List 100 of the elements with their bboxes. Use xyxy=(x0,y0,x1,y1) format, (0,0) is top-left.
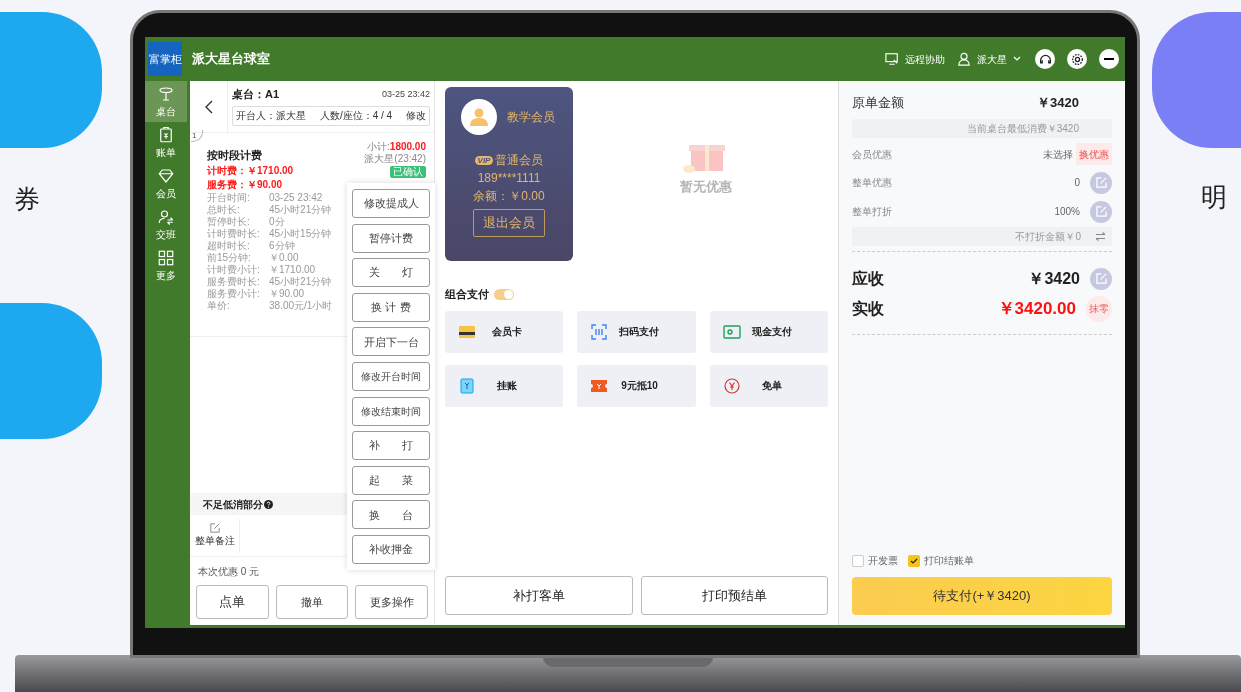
action-button[interactable]: 撤单 xyxy=(275,585,349,619)
settings-button[interactable] xyxy=(1067,49,1087,69)
combo-pay-label: 组合支付 xyxy=(445,287,489,302)
fee-text: 计时费：￥1710.00 xyxy=(207,163,294,178)
checkbox-label: 打印结账单 xyxy=(924,554,974,568)
edit-icon xyxy=(1095,273,1107,284)
summary-value: ￥3420 xyxy=(1037,94,1079,112)
action-button[interactable]: 更多操作 xyxy=(355,585,428,619)
detail-label: 计时费小计: xyxy=(207,263,260,276)
sidebar-item[interactable]: 交班 xyxy=(145,204,187,245)
payment-method-button[interactable]: 挂账 xyxy=(445,364,564,407)
user-swap-icon xyxy=(157,207,175,226)
menu-item[interactable]: 暂停计费 xyxy=(352,223,430,253)
detail-value: 45小时21分钟 xyxy=(269,203,332,216)
cash-icon xyxy=(722,324,741,339)
menu-item[interactable]: 起 菜 xyxy=(352,465,430,495)
menu-item[interactable]: 开启下一台 xyxy=(352,327,430,357)
app-title: 派大星台球室 xyxy=(192,50,270,69)
user-menu[interactable]: 派大星 xyxy=(977,51,1007,67)
table-icon xyxy=(157,84,175,103)
logout-member-button[interactable]: 退出会员 xyxy=(473,209,545,237)
sidebar-item[interactable]: 更多 xyxy=(145,245,187,286)
payment-method-button[interactable]: 扫码支付 xyxy=(577,310,696,353)
summary-label: 整单优惠 xyxy=(852,176,892,190)
minimize-button[interactable] xyxy=(1099,49,1119,69)
detail-label: 超时时长: xyxy=(207,239,250,252)
summary-value: 0 xyxy=(1074,176,1080,190)
menu-item[interactable]: 修改开台时间 xyxy=(352,361,430,391)
detail-value: ￥1710.00 xyxy=(269,263,316,276)
chevron-down-icon xyxy=(1013,56,1021,62)
due-amount: ￥3420 xyxy=(1028,268,1080,289)
edit-icon xyxy=(209,523,220,533)
payment-method-button[interactable]: 9元抵10 xyxy=(577,364,696,407)
member-balance: 余额：￥0.00 xyxy=(473,188,545,205)
ticket-icon xyxy=(591,379,608,392)
help-icon xyxy=(264,499,273,509)
print-button[interactable]: 打印预结单 xyxy=(640,576,828,615)
user-icon xyxy=(957,52,971,66)
ledger-icon xyxy=(460,377,474,394)
checkbox-label: 开发票 xyxy=(868,554,898,568)
detail-label: 暂停时长: xyxy=(207,215,250,228)
sidebar-item[interactable]: 账单 xyxy=(145,122,187,163)
edit-link[interactable]: 修改 xyxy=(406,108,426,123)
min-charge-label: 不足低消部分 xyxy=(203,497,263,512)
detail-label: 前15分钟: xyxy=(207,251,251,264)
due-label: 应收 xyxy=(852,268,884,289)
edit-button[interactable] xyxy=(1090,171,1112,194)
sidebar-item[interactable]: 会员 xyxy=(145,163,187,204)
member-level: 普通会员 xyxy=(495,152,544,169)
payment-method-button[interactable]: 会员卡 xyxy=(445,310,564,353)
menu-item[interactable]: 换 计 费 xyxy=(352,292,430,322)
fee-text: 服务费：￥90.00 xyxy=(207,177,284,192)
summary-label: 整单打折 xyxy=(852,205,892,219)
summary-value: 100% xyxy=(1054,205,1080,219)
combo-pay-toggle[interactable] xyxy=(494,288,514,300)
edit-button[interactable] xyxy=(1090,267,1112,290)
detail-value: 6分钟 xyxy=(269,239,295,252)
menu-item[interactable]: 补 打 xyxy=(352,431,430,461)
detail-value: 38.00元/1小时 xyxy=(269,299,333,312)
summary-label: 原单金额 xyxy=(852,94,904,112)
swap-icon xyxy=(1095,231,1106,241)
menu-item[interactable]: 修改结束时间 xyxy=(352,396,430,426)
detail-label: 开台时间: xyxy=(207,191,250,204)
paid-label: 实收 xyxy=(852,298,884,319)
edit-icon xyxy=(1095,206,1107,217)
action-button[interactable]: 点单 xyxy=(196,585,269,619)
card-icon xyxy=(459,325,475,338)
barcode-icon xyxy=(591,323,608,340)
headset-icon xyxy=(1038,52,1052,66)
settings-icon xyxy=(1070,52,1084,66)
vip-badge: VIP xyxy=(474,155,494,165)
member-phone: 189****1111 xyxy=(477,170,541,187)
payment-method-button[interactable]: 免单 xyxy=(709,364,828,407)
menu-item[interactable]: 换 台 xyxy=(352,500,430,530)
item-index: 1 xyxy=(191,130,203,142)
seats-text: 人数/座位：4 / 4 xyxy=(319,109,393,123)
summary-value: 未选择 xyxy=(1043,147,1073,162)
support-button[interactable] xyxy=(1035,49,1055,69)
remote-assist-link[interactable]: 远程协助 xyxy=(905,51,945,67)
menu-item[interactable]: 修改提成人 xyxy=(352,189,430,218)
summary-label: 会员优惠 xyxy=(852,147,892,162)
checkbox[interactable] xyxy=(908,554,920,567)
menu-item[interactable]: 关 灯 xyxy=(352,258,430,288)
edit-button[interactable] xyxy=(1090,200,1112,223)
detail-value: 45小时15分钟 xyxy=(269,227,332,240)
print-button[interactable]: 补打客单 xyxy=(445,576,633,615)
paid-amount: ￥3420.00 xyxy=(997,297,1076,320)
minus-icon xyxy=(1104,57,1114,61)
order-note-button[interactable]: 整单备注 xyxy=(190,518,240,553)
checkbox[interactable] xyxy=(852,554,864,567)
menu-item[interactable]: 补收押金 xyxy=(352,534,430,564)
payment-method-button[interactable]: 现金支付 xyxy=(709,310,828,353)
yen-circle-icon xyxy=(723,377,740,394)
no-discount-note: 不打折金额￥0 xyxy=(1015,229,1081,244)
status-badge: 已确认 xyxy=(390,166,426,178)
detail-label: 单价: xyxy=(207,299,230,312)
pay-button[interactable]: 待支付(+￥3420) xyxy=(852,577,1112,615)
person-icon xyxy=(469,107,489,127)
edit-icon xyxy=(1095,177,1107,188)
diamond-icon xyxy=(157,166,175,185)
